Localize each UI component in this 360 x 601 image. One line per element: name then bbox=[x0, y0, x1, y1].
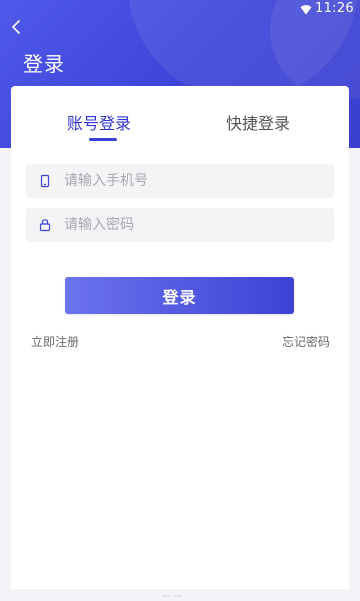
indicator-dot bbox=[174, 595, 182, 597]
indicator-dot bbox=[162, 595, 170, 597]
login-button[interactable]: 登录 bbox=[65, 277, 294, 314]
active-tab-indicator bbox=[89, 138, 117, 141]
bottom-indicator bbox=[162, 582, 198, 597]
password-field[interactable] bbox=[26, 208, 334, 242]
wifi-icon bbox=[300, 5, 312, 15]
forgot-password-link[interactable]: 忘记密码 bbox=[282, 333, 330, 350]
back-arrow-icon bbox=[12, 20, 20, 34]
back-button[interactable] bbox=[6, 16, 28, 38]
status-time: 11:26 bbox=[315, 1, 354, 16]
tab-account-login[interactable]: 账号登录 bbox=[67, 110, 131, 134]
phone-icon bbox=[40, 174, 50, 188]
login-card: 账号登录 快捷登录 登录 立即注册 忘记密码 bbox=[11, 86, 349, 589]
tab-quick-login[interactable]: 快捷登录 bbox=[226, 110, 290, 134]
phone-input[interactable] bbox=[64, 164, 324, 198]
phone-field[interactable] bbox=[26, 164, 334, 198]
login-tabs: 账号登录 快捷登录 bbox=[11, 86, 349, 146]
page-title: 登录 bbox=[23, 52, 65, 76]
password-input[interactable] bbox=[64, 208, 324, 242]
status-bar: 11:26 bbox=[0, 0, 360, 20]
register-link[interactable]: 立即注册 bbox=[31, 333, 79, 350]
lock-icon bbox=[39, 219, 51, 232]
